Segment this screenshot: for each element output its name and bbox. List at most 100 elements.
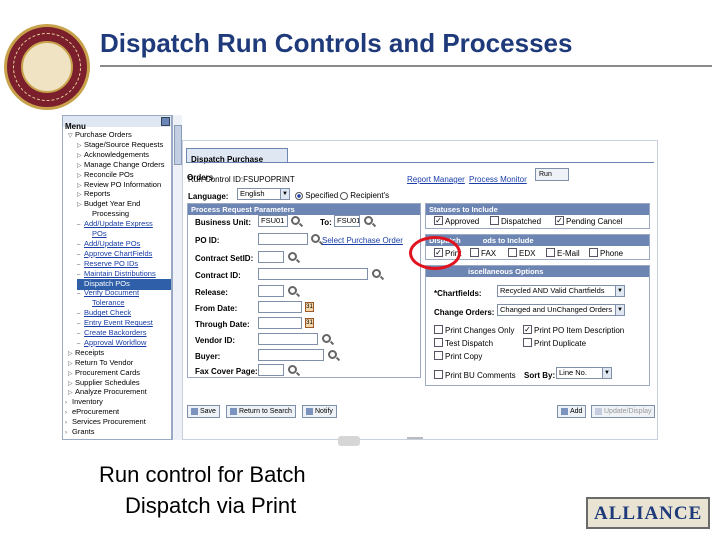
buyer-input[interactable]	[258, 349, 324, 361]
menu-item-label: Reconcile POs	[84, 169, 134, 179]
report-manager-link[interactable]: Report Manager	[407, 175, 465, 184]
menu-marker-icon: –	[77, 222, 81, 229]
prp-header: Process Request Parameters	[188, 204, 420, 215]
chevron-down-icon: ▼	[280, 189, 289, 199]
process-monitor-link[interactable]: Process Monitor	[469, 175, 527, 184]
menu-item-label: Processing	[92, 209, 130, 219]
contract-id-lookup-icon[interactable]	[372, 269, 381, 278]
through-date-calendar-icon[interactable]: 31	[305, 318, 314, 328]
tab-underline	[186, 162, 654, 163]
fax-cover-page-input[interactable]	[258, 364, 284, 376]
menu-item-label: Entry Event Request	[84, 318, 153, 328]
print-copy-checkbox[interactable]	[434, 351, 443, 360]
through-date-input[interactable]	[258, 317, 302, 329]
print-changes-only-checkbox[interactable]	[434, 325, 443, 334]
tab-dispatch-purchase-orders[interactable]: Dispatch Purchase Orders	[186, 148, 288, 182]
dispatch-methods-header: Dispatch ods to Include	[426, 235, 649, 246]
dispatched-checkbox[interactable]	[490, 216, 499, 225]
menu-minimize-icon[interactable]	[161, 117, 170, 126]
select-purchase-order-link[interactable]: Select Purchase Order	[322, 236, 403, 245]
menu-scrollbar[interactable]	[172, 115, 182, 440]
menu-item-label: Grants	[72, 427, 95, 436]
update-display-button[interactable]: Update/Display	[591, 405, 656, 418]
statuses-header: Statuses to Include	[426, 204, 649, 215]
language-select[interactable]: English ▼	[237, 188, 290, 200]
vendor-id-lookup-icon[interactable]	[322, 334, 331, 343]
search-icon	[230, 407, 237, 415]
fax-cover-lookup-icon[interactable]	[288, 365, 297, 374]
change-orders-label: Change Orders:	[434, 308, 495, 317]
menu-marker-icon: –	[77, 291, 81, 298]
business-unit-input[interactable]: FSU01	[258, 215, 288, 227]
decorative-fragment	[407, 437, 423, 439]
contract-setid-lookup-icon[interactable]	[288, 252, 297, 261]
buyer-lookup-icon[interactable]	[328, 350, 337, 359]
release-input[interactable]	[258, 285, 284, 297]
from-date-calendar-icon[interactable]: 31	[305, 302, 314, 312]
approved-label: Approved	[445, 217, 480, 226]
run-button[interactable]: Run	[535, 168, 569, 181]
print-duplicate-checkbox[interactable]	[523, 338, 532, 347]
chartfields-select[interactable]: Recycled AND Valid Chartfields ▼	[497, 285, 625, 297]
menu-item-label: Dispatch POs	[84, 278, 130, 288]
menu-item[interactable]: › Grants	[65, 427, 95, 438]
phone-label: Phone	[600, 249, 624, 258]
navigation-menu: Menu ▽ Purchase Orders ▷ Stage/Source Reque…	[62, 115, 172, 440]
notify-button[interactable]: Notify	[302, 405, 337, 418]
misc-options-header: iscellaneous Options	[426, 266, 649, 277]
menu-marker-icon: ›	[65, 430, 67, 436]
return-to-search-button[interactable]: Return to Search	[226, 405, 296, 418]
menu-item-label: Approval Workflow	[84, 337, 147, 347]
menu-item-label: Acknowledgements	[84, 149, 150, 159]
recipients-radio[interactable]: Recipient's	[340, 191, 389, 200]
po-id-lookup-icon[interactable]	[311, 234, 320, 243]
edx-checkbox[interactable]	[508, 248, 517, 257]
change-orders-select[interactable]: Changed and UnChanged Orders ▼	[497, 304, 625, 316]
menu-item[interactable]: Processing	[85, 209, 129, 218]
test-dispatch-checkbox[interactable]	[434, 338, 443, 347]
approved-checkbox[interactable]: ✓	[434, 216, 443, 225]
menu-item-label: Purchase Orders	[75, 130, 132, 139]
to-business-unit-input[interactable]: FSU01	[334, 215, 360, 227]
release-lookup-icon[interactable]	[288, 286, 297, 295]
from-date-input[interactable]	[258, 301, 302, 313]
po-id-label: PO ID:	[195, 236, 220, 245]
add-button[interactable]: Add	[557, 405, 587, 418]
vendor-id-input[interactable]	[258, 333, 318, 345]
menu-item[interactable]: POs	[85, 229, 107, 238]
notify-icon	[306, 407, 313, 415]
to-lookup-icon[interactable]	[364, 216, 373, 225]
pending-cancel-checkbox[interactable]: ✓	[555, 216, 564, 225]
menu-item-label: Tolerance	[92, 298, 125, 308]
fax-checkbox[interactable]	[470, 248, 479, 257]
contract-setid-input[interactable]	[258, 251, 284, 263]
to-label: To:	[320, 218, 332, 227]
specified-radio[interactable]: Specified	[295, 191, 338, 200]
menu-item-label: Budget Year End	[84, 199, 141, 209]
sort-by-select[interactable]: Line No. ▼	[556, 367, 612, 379]
release-label: Release:	[195, 288, 228, 297]
email-checkbox[interactable]	[546, 248, 555, 257]
phone-checkbox[interactable]	[589, 248, 598, 257]
menu-item-label: Approve ChartFields	[84, 248, 153, 258]
contract-id-label: Contract ID:	[195, 271, 241, 280]
slide-caption: Run control for Batch Dispatch via Print	[99, 462, 306, 518]
menu-item[interactable]: Tolerance	[85, 298, 125, 307]
scrollbar-thumb[interactable]	[174, 125, 182, 165]
menu-item-label: Reports	[84, 189, 111, 199]
print-changes-only-label: Print Changes Only	[445, 326, 515, 335]
menu-item-label: eProcurement	[72, 407, 120, 417]
print-bu-comments-checkbox[interactable]	[434, 370, 443, 379]
contract-id-input[interactable]	[258, 268, 368, 280]
language-label: Language:	[188, 192, 229, 201]
po-id-input[interactable]	[258, 233, 308, 245]
contract-setid-label: Contract SetID:	[195, 254, 254, 263]
print-po-item-description-checkbox[interactable]: ✓	[523, 325, 532, 334]
buyer-label: Buyer:	[195, 352, 221, 361]
save-button[interactable]: Save	[187, 405, 220, 418]
run-control-value: FSUPOPRINT	[243, 175, 295, 184]
menu-header: Menu	[63, 116, 171, 131]
business-unit-lookup-icon[interactable]	[291, 216, 300, 225]
print-po-item-description-label: Print PO Item Description	[534, 326, 625, 335]
through-date-label: Through Date:	[195, 320, 250, 329]
